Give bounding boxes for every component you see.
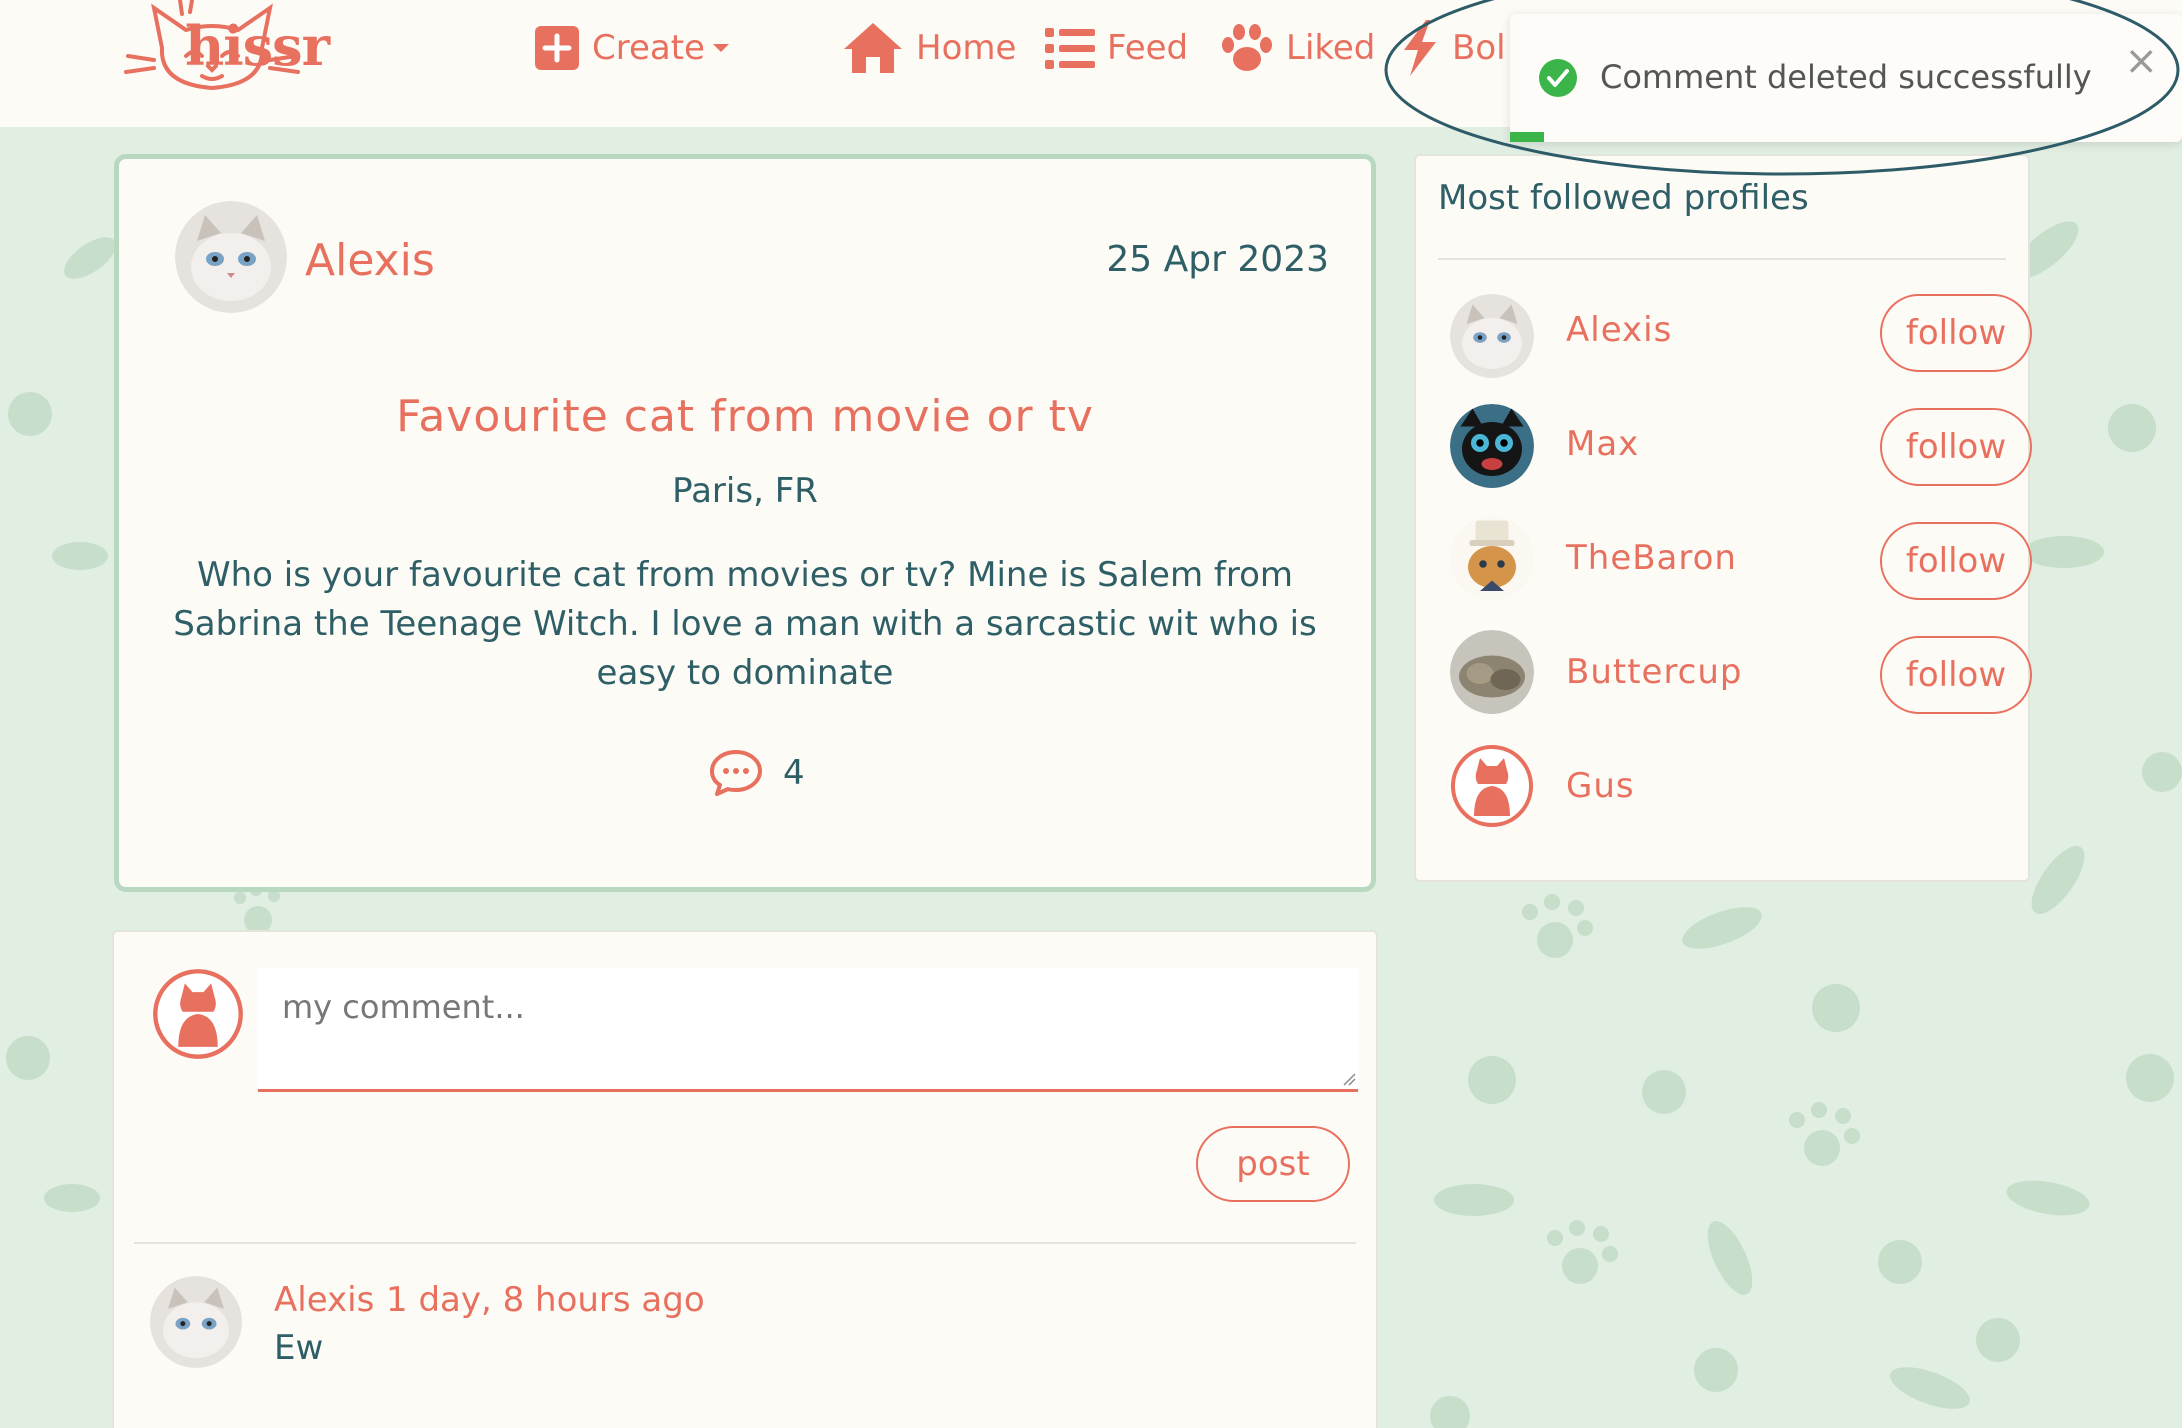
toast-notification: Comment deleted successfully × [1510,14,2182,142]
avatar[interactable] [1450,516,1534,600]
comment-text: Ew [274,1328,324,1368]
divider [1438,258,2006,260]
profile-row: TheBaron follow [1450,516,2032,606]
comments-card: post Alexis 1 day, 8 hours ago Ew [112,930,1378,1428]
caret-down-icon [712,44,729,52]
list-icon [1045,28,1095,69]
profile-name[interactable]: Max [1566,424,1639,464]
nav-home-label: Home [916,28,1017,68]
avatar[interactable] [1450,630,1534,714]
paw-icon [1522,894,1593,958]
comment-author[interactable]: Alexis [274,1280,374,1320]
comment-count: 4 [783,753,805,793]
bolt-icon [1404,20,1436,76]
cat-photo-icon [1450,404,1534,488]
profile-row: Alexis follow [1450,288,2032,378]
toast-progress-bar [1510,132,1544,142]
follow-button[interactable]: follow [1880,294,2032,372]
nav-home[interactable]: Home [842,20,1016,76]
nav-liked-label: Liked [1286,28,1376,68]
paw-icon [1222,24,1272,71]
profile-name[interactable]: TheBaron [1566,538,1737,578]
avatar[interactable] [150,1276,242,1368]
brand-name[interactable]: hissr [185,14,330,78]
default-cat-avatar-icon [1451,745,1533,827]
paw-icon [1789,1102,1860,1166]
nav-bolt[interactable]: Bol [1400,20,1506,76]
avatar[interactable] [175,201,287,313]
avatar[interactable] [1450,294,1534,378]
comment-bubble-icon [710,750,762,796]
house-icon [844,23,902,73]
profile-row: Buttercup follow [1450,630,2032,720]
follow-button[interactable]: follow [1880,522,2032,600]
post-card: Alexis 25 Apr 2023 Favourite cat from mo… [114,154,1376,892]
post-comment-button[interactable]: post [1196,1126,1350,1202]
cat-photo-icon [1450,516,1534,600]
profile-name[interactable]: Alexis [1566,310,1672,350]
nav-feed-label: Feed [1107,28,1189,68]
nav-create-dropdown[interactable]: Create [534,20,729,76]
post-title: Favourite cat from movie or tv [396,391,1094,442]
nav-liked[interactable]: Liked [1220,20,1375,76]
profile-row: Max follow [1450,402,2032,492]
follow-button[interactable]: follow [1880,636,2032,714]
profile-row: Gus [1450,744,2010,834]
nav-feed[interactable]: Feed [1045,20,1188,76]
comments-count-link[interactable]: 4 [709,749,805,797]
cat-photo-icon [1450,294,1534,378]
nav-create-label: Create [592,28,705,68]
default-cat-avatar-icon [153,969,243,1059]
post-author[interactable]: Alexis [305,235,435,286]
cat-photo-icon [1450,630,1534,714]
cat-photo-icon [150,1276,242,1368]
current-user-avatar [152,968,244,1060]
avatar[interactable] [1450,404,1534,488]
paw-icon [1547,1220,1618,1284]
profile-name[interactable]: Buttercup [1566,652,1743,692]
plus-square-icon [535,26,579,70]
comment-timestamp: 1 day, 8 hours ago [386,1280,705,1320]
cat-photo-icon [175,201,287,313]
post-date: 25 Apr 2023 [1106,239,1329,280]
nav-bolt-label: Bol [1452,28,1506,68]
post-location: Paris, FR [672,471,818,511]
check-circle-icon [1539,59,1577,97]
follow-button[interactable]: follow [1880,408,2032,486]
toast-close-button[interactable]: × [2124,38,2158,84]
resize-handle-icon[interactable] [1342,1072,1356,1086]
sidebar-title: Most followed profiles [1438,178,1809,218]
most-followed-sidebar: Most followed profiles Alexis follow Max… [1414,154,2032,882]
comment-input[interactable] [258,968,1358,1092]
avatar[interactable] [1450,744,1534,828]
profile-name[interactable]: Gus [1566,766,1635,806]
post-body: Who is your favourite cat from movies or… [173,555,1317,693]
divider [134,1242,1356,1244]
toast-message: Comment deleted successfully [1600,58,2092,96]
